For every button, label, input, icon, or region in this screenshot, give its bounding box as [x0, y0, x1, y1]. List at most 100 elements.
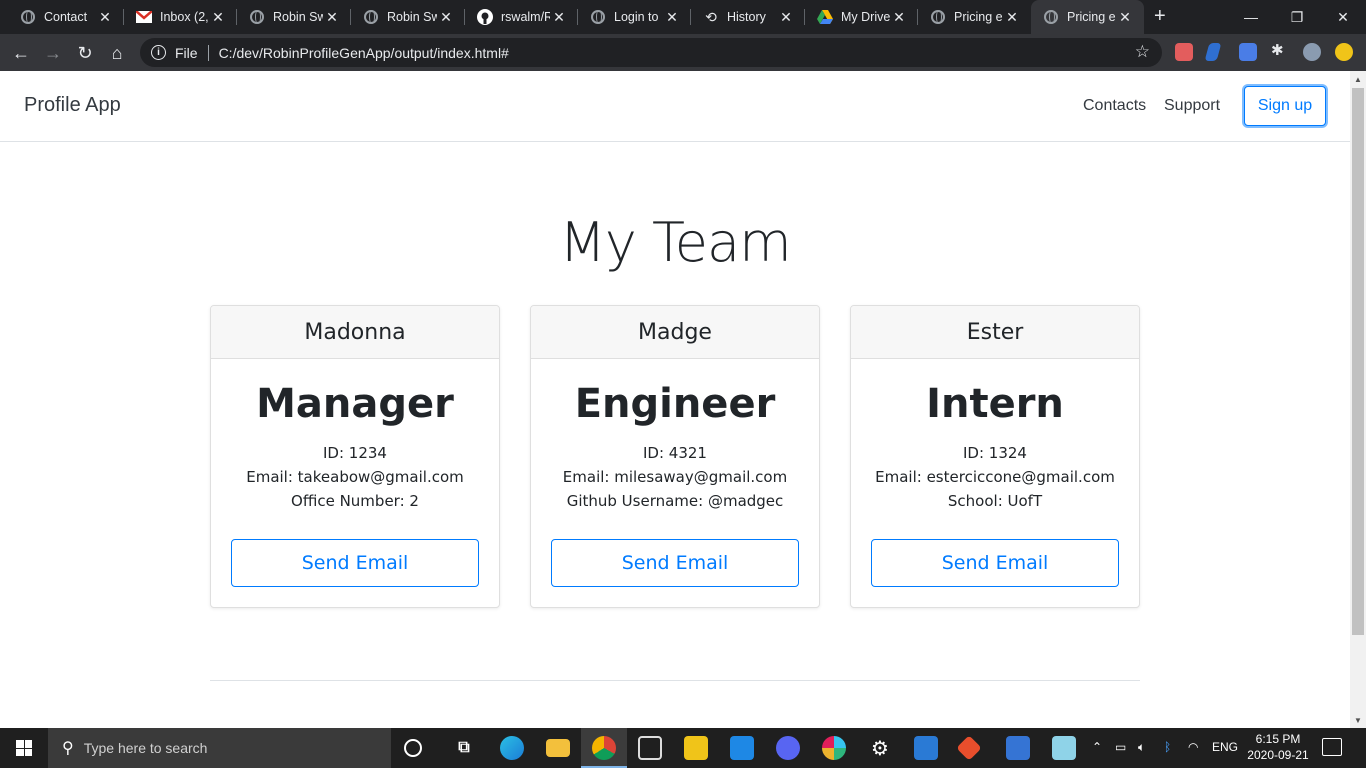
reload-button[interactable]: ↻ — [72, 40, 98, 66]
globe-icon — [930, 9, 946, 25]
tab-title: Pricing e — [1067, 10, 1116, 24]
search-icon: ⚲ — [62, 740, 74, 757]
minimize-button[interactable]: — — [1228, 0, 1274, 34]
home-button[interactable]: ⌂ — [104, 40, 130, 66]
globe-icon — [363, 9, 379, 25]
globe-icon — [1043, 9, 1059, 25]
browser-tab[interactable]: Login to ✕ — [578, 0, 691, 34]
globe-icon — [590, 9, 606, 25]
close-tab-icon[interactable]: ✕ — [663, 9, 681, 26]
nav-link-support[interactable]: Support — [1164, 97, 1220, 115]
tab-title: Login to — [614, 10, 659, 24]
card-id: ID: 1324 — [963, 444, 1027, 462]
close-tab-icon[interactable]: ✕ — [437, 9, 455, 26]
task-view-icon[interactable]: ⧉ — [452, 736, 476, 760]
settings-gear-icon[interactable]: ⚙ — [868, 736, 892, 760]
app-icon[interactable] — [1052, 736, 1076, 760]
system-clock[interactable]: 6:15 PM 2020-09-21 — [1238, 731, 1318, 763]
close-tab-icon[interactable]: ✕ — [209, 9, 227, 26]
extension-icon[interactable] — [1239, 43, 1257, 61]
section-divider — [210, 680, 1140, 681]
back-button[interactable]: ← — [8, 40, 34, 66]
close-tab-icon[interactable]: ✕ — [890, 9, 908, 26]
vscode-icon[interactable] — [730, 736, 754, 760]
card-info: ID: 4321 Email: milesaway@gmail.com Gith… — [531, 441, 819, 513]
scroll-up-arrow-icon[interactable]: ▲ — [1350, 71, 1366, 87]
close-window-button[interactable]: ✕ — [1320, 0, 1366, 34]
show-hidden-icons-icon[interactable]: ⌃ — [1092, 740, 1102, 754]
bookmark-star-icon[interactable]: ☆ — [1135, 42, 1150, 62]
git-icon[interactable] — [956, 735, 982, 761]
brand-logo-text[interactable]: Profile App — [24, 94, 121, 117]
slack-icon[interactable] — [822, 736, 846, 760]
browser-tab[interactable]: My Drive ✕ — [805, 0, 918, 34]
close-tab-icon[interactable]: ✕ — [550, 9, 568, 26]
clock-date: 2020-09-21 — [1247, 748, 1309, 762]
browser-tab[interactable]: rswalm/R ✕ — [465, 0, 578, 34]
page-scrollbar[interactable]: ▲ ▼ — [1350, 71, 1366, 728]
card-name: Madge — [531, 306, 819, 359]
page-viewport: Profile App Contacts Support Sign up My … — [0, 71, 1350, 728]
browser-tab-active[interactable]: Pricing e ✕ — [1031, 0, 1144, 34]
close-tab-icon[interactable]: ✕ — [777, 9, 795, 26]
close-tab-icon[interactable]: ✕ — [1003, 9, 1021, 26]
photos-icon[interactable] — [914, 736, 938, 760]
browser-tab[interactable]: Pricing e ✕ — [918, 0, 1031, 34]
scrollbar-thumb[interactable] — [1352, 88, 1364, 635]
puzzle-extensions-icon[interactable]: ✱ — [1271, 41, 1289, 59]
browser-tab[interactable]: Robin Sw ✕ — [237, 0, 351, 34]
scroll-down-arrow-icon[interactable]: ▼ — [1350, 712, 1366, 728]
nav-link-contacts[interactable]: Contacts — [1083, 97, 1146, 115]
chrome-icon[interactable] — [592, 736, 616, 760]
restore-button[interactable]: ❐ — [1274, 0, 1320, 34]
extension-icon[interactable] — [1204, 43, 1222, 61]
notifications-icon[interactable] — [1322, 738, 1342, 756]
browser-tab[interactable]: Contact ✕ — [0, 0, 124, 34]
taskbar-search[interactable]: ⚲ Type here to search — [48, 728, 391, 768]
profile-avatar-icon[interactable] — [1303, 43, 1321, 61]
windows-taskbar: ⚲ Type here to search ⧉ ⚙ ⌃ ▭ 🔈︎ ᛒ ◠ ENG… — [0, 728, 1366, 768]
update-icon[interactable] — [1335, 43, 1353, 61]
card-email: Email: esterciccone@gmail.com — [875, 468, 1115, 486]
edge-browser-icon[interactable] — [500, 736, 524, 760]
tab-title: Contact — [44, 10, 88, 24]
browser-tab[interactable]: Inbox (2, ✕ — [124, 0, 237, 34]
volume-icon[interactable]: 🔈︎ — [1138, 740, 1145, 755]
browser-tab[interactable]: Robin Sw ✕ — [351, 0, 465, 34]
windows-logo-icon — [16, 740, 32, 756]
wifi-icon[interactable]: ◠ — [1188, 740, 1198, 754]
close-tab-icon[interactable]: ✕ — [1116, 9, 1134, 26]
send-email-button[interactable]: Send Email — [551, 539, 799, 587]
new-tab-button[interactable]: + — [1154, 5, 1166, 28]
language-indicator[interactable]: ENG — [1212, 740, 1238, 754]
team-card: Madonna Manager ID: 1234 Email: takeabow… — [210, 305, 500, 608]
card-extra: Github Username: @madgec — [566, 492, 784, 510]
address-bar[interactable]: i File C:/dev/RobinProfileGenApp/output/… — [140, 38, 1162, 67]
file-explorer-icon[interactable] — [546, 739, 570, 757]
card-email: Email: milesaway@gmail.com — [562, 468, 788, 486]
url-text[interactable]: C:/dev/RobinProfileGenApp/output/index.h… — [219, 45, 509, 61]
team-card: Madge Engineer ID: 4321 Email: milesaway… — [530, 305, 820, 608]
sticky-notes-icon[interactable] — [684, 736, 708, 760]
signup-button[interactable]: Sign up — [1244, 86, 1326, 126]
extension-icon[interactable] — [1175, 43, 1193, 61]
start-button[interactable] — [0, 728, 48, 768]
globe-icon — [20, 9, 36, 25]
app-icon[interactable] — [638, 736, 662, 760]
bluetooth-icon[interactable]: ᛒ — [1164, 740, 1171, 754]
forward-button[interactable]: → — [40, 40, 66, 66]
browser-tab[interactable]: ⟲ History ✕ — [691, 0, 805, 34]
history-icon: ⟲ — [705, 8, 717, 25]
close-tab-icon[interactable]: ✕ — [96, 9, 114, 26]
battery-icon[interactable]: ▭ — [1115, 740, 1126, 754]
send-email-button[interactable]: Send Email — [871, 539, 1119, 587]
info-icon[interactable]: i — [151, 45, 166, 60]
close-tab-icon[interactable]: ✕ — [323, 9, 341, 26]
send-email-button[interactable]: Send Email — [231, 539, 479, 587]
cortana-icon[interactable] — [404, 739, 422, 757]
card-id: ID: 1234 — [323, 444, 387, 462]
media-player-icon[interactable] — [1006, 736, 1030, 760]
discord-icon[interactable] — [776, 736, 800, 760]
card-extra: Office Number: 2 — [291, 492, 419, 510]
card-role: Engineer — [574, 381, 776, 427]
